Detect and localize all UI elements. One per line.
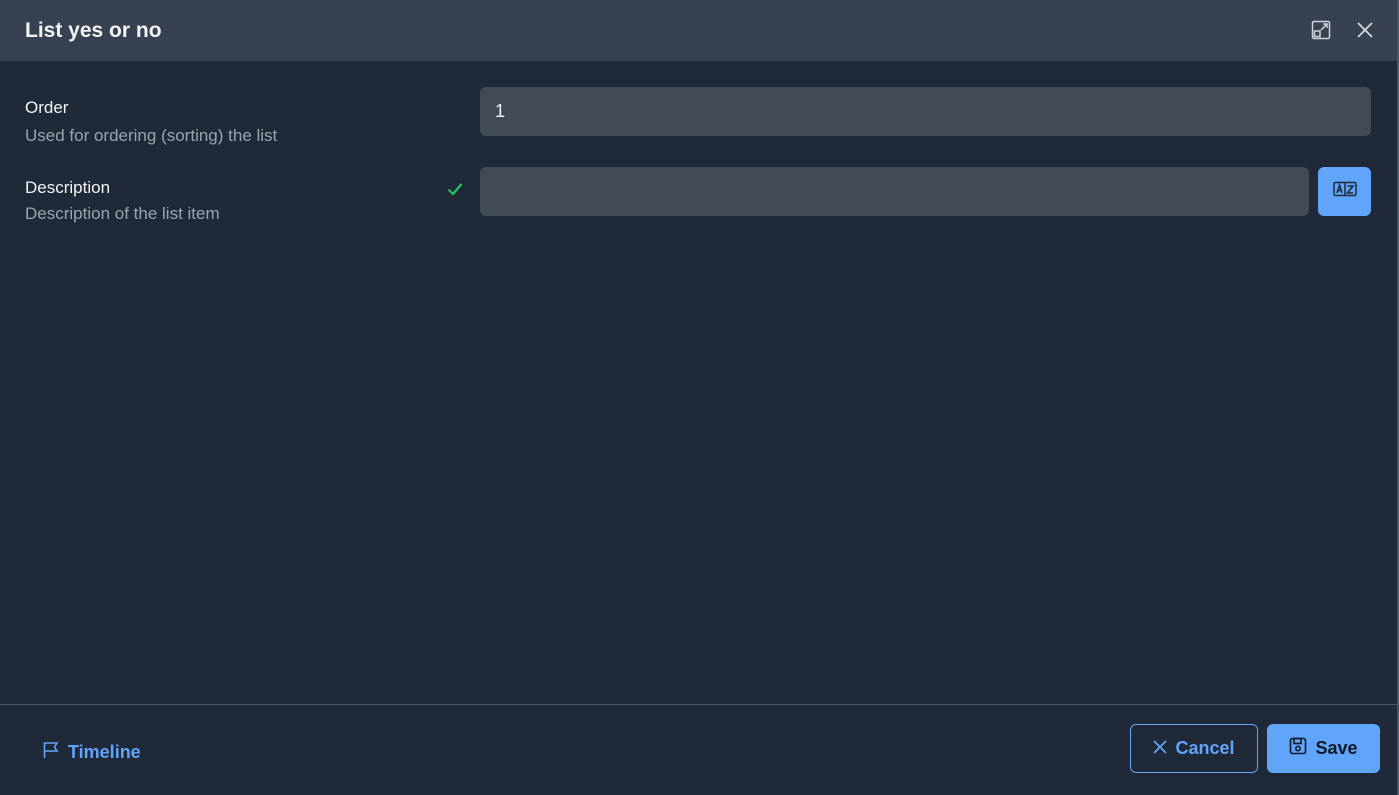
cancel-button[interactable]: Cancel (1130, 724, 1258, 773)
close-icon[interactable] (1353, 18, 1377, 42)
expand-icon[interactable] (1309, 18, 1333, 42)
order-input[interactable]: 1 (480, 87, 1371, 136)
timeline-label: Timeline (68, 742, 141, 762)
save-icon (1289, 737, 1307, 760)
translate-icon (1332, 181, 1357, 202)
description-input[interactable] (480, 167, 1309, 216)
close-icon (1153, 738, 1168, 759)
translate-button[interactable] (1318, 167, 1371, 216)
check-icon (447, 182, 463, 201)
timeline-link[interactable]: Timeline (42, 741, 141, 764)
dialog-body: Order Used for ordering (sorting) the li… (0, 61, 1397, 704)
flag-icon (42, 741, 60, 764)
dialog-header: List yes or no (0, 0, 1397, 61)
cancel-label: Cancel (1175, 738, 1235, 758)
dialog-title: List yes or no (25, 18, 162, 42)
dialog-footer: Timeline Cancel Save (0, 704, 1397, 795)
save-label: Save (1315, 738, 1358, 758)
save-button[interactable]: Save (1267, 724, 1380, 773)
